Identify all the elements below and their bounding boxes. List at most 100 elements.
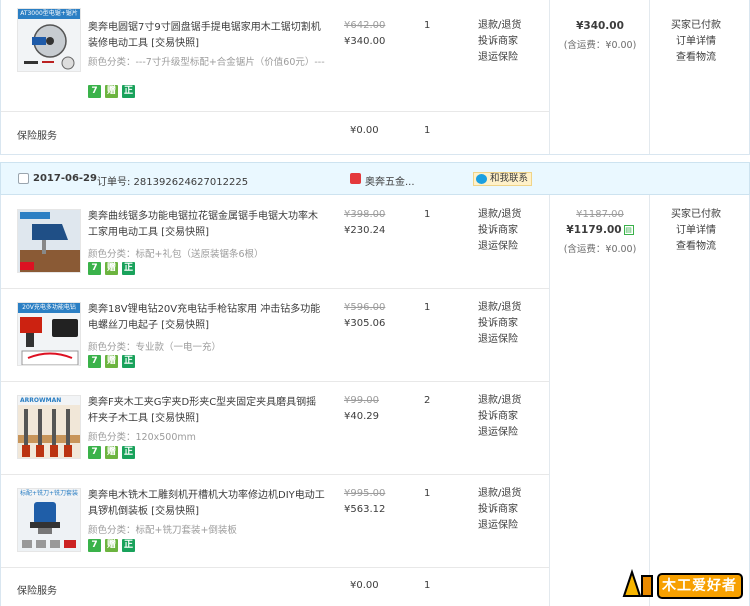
circular-saw-image <box>24 24 75 70</box>
total-original: ¥1187.00 <box>576 209 624 220</box>
thumbnail-caption: 20V充电多功能电钻 <box>18 303 80 313</box>
gift-icon[interactable]: 赠 <box>105 539 118 552</box>
product-badges: 7 赠 正 <box>88 355 135 368</box>
gift-icon[interactable]: 赠 <box>105 85 118 98</box>
contact-seller-button[interactable]: 和我联系 <box>473 172 533 186</box>
service-links: 退款/退货 投诉商家 退运保险 <box>478 486 521 534</box>
refund-link[interactable]: 退款/退货 <box>478 18 521 34</box>
quantity: 1 <box>424 20 431 31</box>
paid-price: ¥563.12 <box>344 504 386 515</box>
order-number: 订单号: 281392624627012225 <box>97 177 249 188</box>
return-insurance-link[interactable]: 退运保险 <box>478 50 521 66</box>
insurance-qty: 1 <box>424 125 431 136</box>
original-price: ¥596.00 <box>344 302 386 313</box>
product-badges: 7 赠 正 <box>88 446 135 459</box>
service-links: 退款/退货 投诉商家 退运保险 <box>478 300 521 348</box>
seven-day-return-icon[interactable]: 7 <box>88 85 101 98</box>
order-details-link[interactable]: 订单详情 <box>651 223 741 239</box>
complain-link[interactable]: 投诉商家 <box>478 502 521 518</box>
shipping-fee: (含运费：¥0.00) <box>563 244 637 255</box>
track-shipment-link[interactable]: 查看物流 <box>651 50 741 66</box>
order-details-link[interactable]: 订单详情 <box>651 34 741 50</box>
original-price: ¥398.00 <box>344 209 386 220</box>
service-links: 退款/退货 投诉商家 退运保险 <box>478 207 521 255</box>
thumbnail-caption: AT3000型电锯+锯片 <box>18 9 80 19</box>
thumbnail-caption: ARROWMAN <box>20 397 62 404</box>
insurance-label: 保险服务 <box>17 131 57 142</box>
refund-link[interactable]: 退款/退货 <box>478 393 521 409</box>
product-sku: 颜色分类：专业款（一电一充） <box>88 342 222 353</box>
seven-day-return-icon[interactable]: 7 <box>88 446 101 459</box>
order-total: ¥1187.00 ¥1179.00 ▤ (含运费：¥0.00) <box>552 209 648 255</box>
genuine-icon[interactable]: 正 <box>122 85 135 98</box>
return-insurance-link[interactable]: 退运保险 <box>478 425 521 441</box>
order-total: ¥340.00 (含运费：¥0.00) <box>552 20 648 51</box>
original-price: ¥995.00 <box>344 488 386 499</box>
product-sku: 颜色分类：标配+铣刀套装+倒装板 <box>88 525 237 536</box>
router-image <box>18 498 80 551</box>
complain-link[interactable]: 投诉商家 <box>478 223 521 239</box>
insurance-qty: 1 <box>424 580 431 591</box>
service-links: 退款/退货 投诉商家 退运保险 <box>478 18 521 66</box>
product-thumbnail[interactable]: ARROWMAN <box>17 395 81 459</box>
product-title-link[interactable]: 奥奔F夹木工夹G字夹D形夹C型夹固定夹具磨具钢摇杆夹子木工具 [交易快照] <box>88 395 326 427</box>
product-thumbnail[interactable]: 标配+铣刀+铣刀套装 <box>17 488 81 552</box>
quantity: 1 <box>424 209 431 220</box>
paid-price: ¥40.29 <box>344 411 379 422</box>
product-badges: 7 赠 正 <box>88 85 135 98</box>
clamp-image <box>18 405 80 458</box>
seven-day-return-icon[interactable]: 7 <box>88 355 101 368</box>
thumbnail-caption: 标配+铣刀+铣刀套装 <box>20 490 79 497</box>
total-amount: ¥1179.00 <box>566 224 622 236</box>
return-insurance-link[interactable]: 退运保险 <box>478 239 521 255</box>
genuine-icon[interactable]: 正 <box>122 446 135 459</box>
return-insurance-link[interactable]: 退运保险 <box>478 518 521 534</box>
paid-price: ¥305.06 <box>344 318 386 329</box>
order-status: 买家已付款 订单详情 查看物流 <box>651 207 741 255</box>
seven-day-return-icon[interactable]: 7 <box>88 262 101 275</box>
product-sku: 颜色分类：---7寸升级型标配+合金锯片（价值60元）--- <box>88 57 325 68</box>
order-card: 奥奔曲线锯多功能电锯拉花锯金属锯手电锯大功率木工家用电动工具 [交易快照] 颜色… <box>0 195 750 606</box>
shipping-fee: (含运费：¥0.00) <box>563 40 637 51</box>
product-sku: 颜色分类：标配+礼包（送原装锯条6根） <box>88 249 264 260</box>
complain-link[interactable]: 投诉商家 <box>478 409 521 425</box>
return-insurance-link[interactable]: 退运保险 <box>478 332 521 348</box>
paid-price: ¥340.00 <box>344 36 386 47</box>
watermark-text: 木工爱好者 <box>662 578 737 594</box>
gift-icon[interactable]: 赠 <box>105 355 118 368</box>
genuine-icon[interactable]: 正 <box>122 355 135 368</box>
quantity: 2 <box>424 395 431 406</box>
complain-link[interactable]: 投诉商家 <box>478 34 521 50</box>
complain-link[interactable]: 投诉商家 <box>478 316 521 332</box>
status-text: 买家已付款 <box>671 209 721 220</box>
paid-price: ¥230.24 <box>344 225 386 236</box>
product-thumbnail[interactable]: AT3000型电锯+锯片 <box>17 8 81 72</box>
product-title-link[interactable]: 奥奔电圆锯7寸9寸圆盘锯手提电锯家用木工锯切割机装修电动工具 [交易快照] <box>88 20 326 52</box>
insurance-price: ¥0.00 <box>350 125 379 136</box>
track-shipment-link[interactable]: 查看物流 <box>651 239 741 255</box>
quantity: 1 <box>424 302 431 313</box>
product-thumbnail[interactable]: 20V充电多功能电钻 <box>17 302 81 366</box>
gift-icon[interactable]: 赠 <box>105 446 118 459</box>
genuine-icon[interactable]: 正 <box>122 262 135 275</box>
shop-name-link[interactable]: 奥奔五金... <box>365 173 415 188</box>
chat-bubble-icon <box>476 174 487 184</box>
gift-icon[interactable]: 赠 <box>105 262 118 275</box>
service-links: 退款/退货 投诉商家 退运保险 <box>478 393 521 441</box>
product-title-link[interactable]: 奥奔18V锂电钻20V充电钻手枪钻家用 冲击钻多功能电螺丝刀电起子 [交易快照] <box>88 302 326 334</box>
refund-link[interactable]: 退款/退货 <box>478 300 521 316</box>
product-title-link[interactable]: 奥奔电木铣木工雕刻机开槽机大功率修边机DIY电动工具锣机倒装板 [交易快照] <box>88 488 326 520</box>
seven-day-return-icon[interactable]: 7 <box>88 539 101 552</box>
product-title-link[interactable]: 奥奔曲线锯多功能电锯拉花锯金属锯手电锯大功率木工家用电动工具 [交易快照] <box>88 209 326 241</box>
price-detail-icon[interactable]: ▤ <box>623 225 634 235</box>
product-thumbnail[interactable] <box>17 209 81 273</box>
product-badges: 7 赠 正 <box>88 539 135 552</box>
refund-link[interactable]: 退款/退货 <box>478 207 521 223</box>
product-badges: 7 赠 正 <box>88 262 135 275</box>
refund-link[interactable]: 退款/退货 <box>478 486 521 502</box>
select-order-checkbox[interactable] <box>18 173 29 184</box>
jigsaw-image <box>18 210 80 272</box>
genuine-icon[interactable]: 正 <box>122 539 135 552</box>
quantity: 1 <box>424 488 431 499</box>
status-text: 买家已付款 <box>671 20 721 31</box>
